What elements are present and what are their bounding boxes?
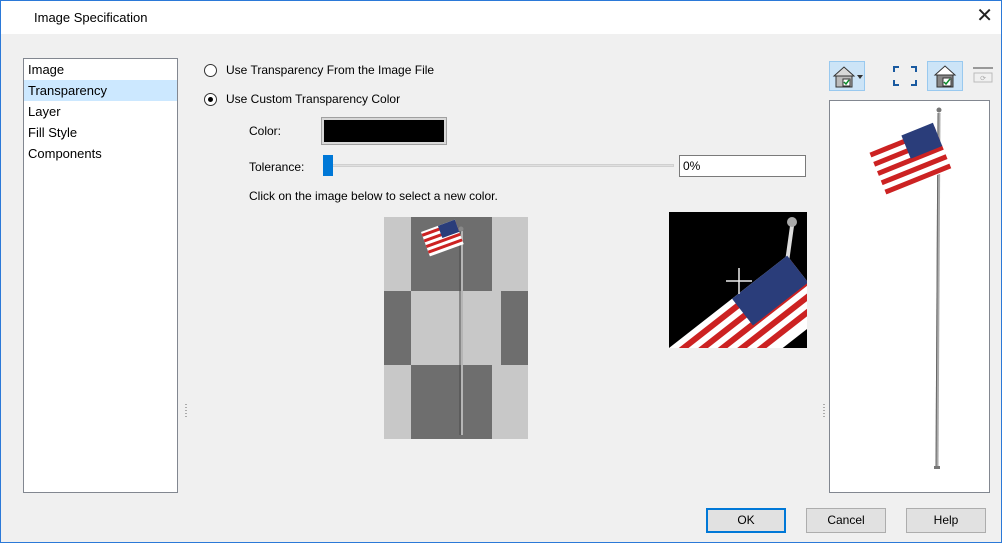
sidebar-item-transparency[interactable]: Transparency	[24, 80, 177, 101]
cancel-button[interactable]: Cancel	[806, 508, 886, 533]
dropdown-arrow-icon	[857, 75, 863, 79]
fill-window-icon	[893, 66, 917, 86]
dialog-window: Image Specification ✕ Image Transparency…	[0, 0, 1002, 543]
refresh-icon: ⟳	[973, 67, 993, 83]
svg-text:⟳: ⟳	[980, 75, 986, 83]
sidebar-item-image[interactable]: Image	[24, 59, 177, 80]
category-list: Image Transparency Layer Fill Style Comp…	[23, 58, 178, 493]
tolerance-slider-track[interactable]	[324, 164, 674, 167]
custom-transparency-radio[interactable]	[204, 92, 217, 106]
tolerance-label: Tolerance:	[249, 160, 305, 174]
sidebar-item-layer[interactable]: Layer	[24, 101, 177, 122]
color-swatch-button[interactable]	[321, 117, 447, 145]
refresh-button[interactable]: ⟳	[965, 61, 1001, 91]
tolerance-slider-thumb[interactable]	[323, 155, 333, 176]
splitter-grip-right[interactable]	[823, 404, 825, 418]
render-preview-button[interactable]	[927, 61, 963, 91]
custom-transparency-option[interactable]: Use Custom Transparency Color	[204, 92, 400, 106]
object-preview-pane[interactable]	[829, 100, 990, 493]
camera-view-options-icon	[832, 66, 863, 88]
sidebar-item-fill-style[interactable]: Fill Style	[24, 122, 177, 143]
splitter-grip-left[interactable]	[185, 404, 187, 418]
title-bar: Image Specification ✕	[1, 1, 1001, 34]
sidebar-item-components[interactable]: Components	[24, 143, 177, 164]
transparency-from-file-label: Use Transparency From the Image File	[226, 63, 435, 77]
dialog-title: Image Specification	[34, 10, 148, 25]
close-icon[interactable]: ✕	[976, 5, 993, 27]
transparency-preview-image[interactable]	[384, 217, 528, 439]
color-label: Color:	[249, 124, 282, 138]
flag-object-preview	[868, 107, 952, 469]
render-preview-icon	[933, 65, 957, 88]
tolerance-input[interactable]	[679, 155, 806, 177]
transparency-from-file-option[interactable]: Use Transparency From the Image File	[204, 63, 434, 77]
help-button[interactable]: Help	[906, 508, 986, 533]
transparency-from-file-radio[interactable]	[204, 63, 217, 77]
custom-transparency-label: Use Custom Transparency Color	[226, 92, 401, 106]
color-picker-zoom-view	[669, 212, 807, 348]
camera-view-options-button[interactable]	[829, 61, 865, 91]
ok-button[interactable]: OK	[706, 508, 786, 533]
fill-window-button[interactable]	[887, 61, 923, 91]
instruction-text: Click on the image below to select a new…	[249, 189, 498, 203]
